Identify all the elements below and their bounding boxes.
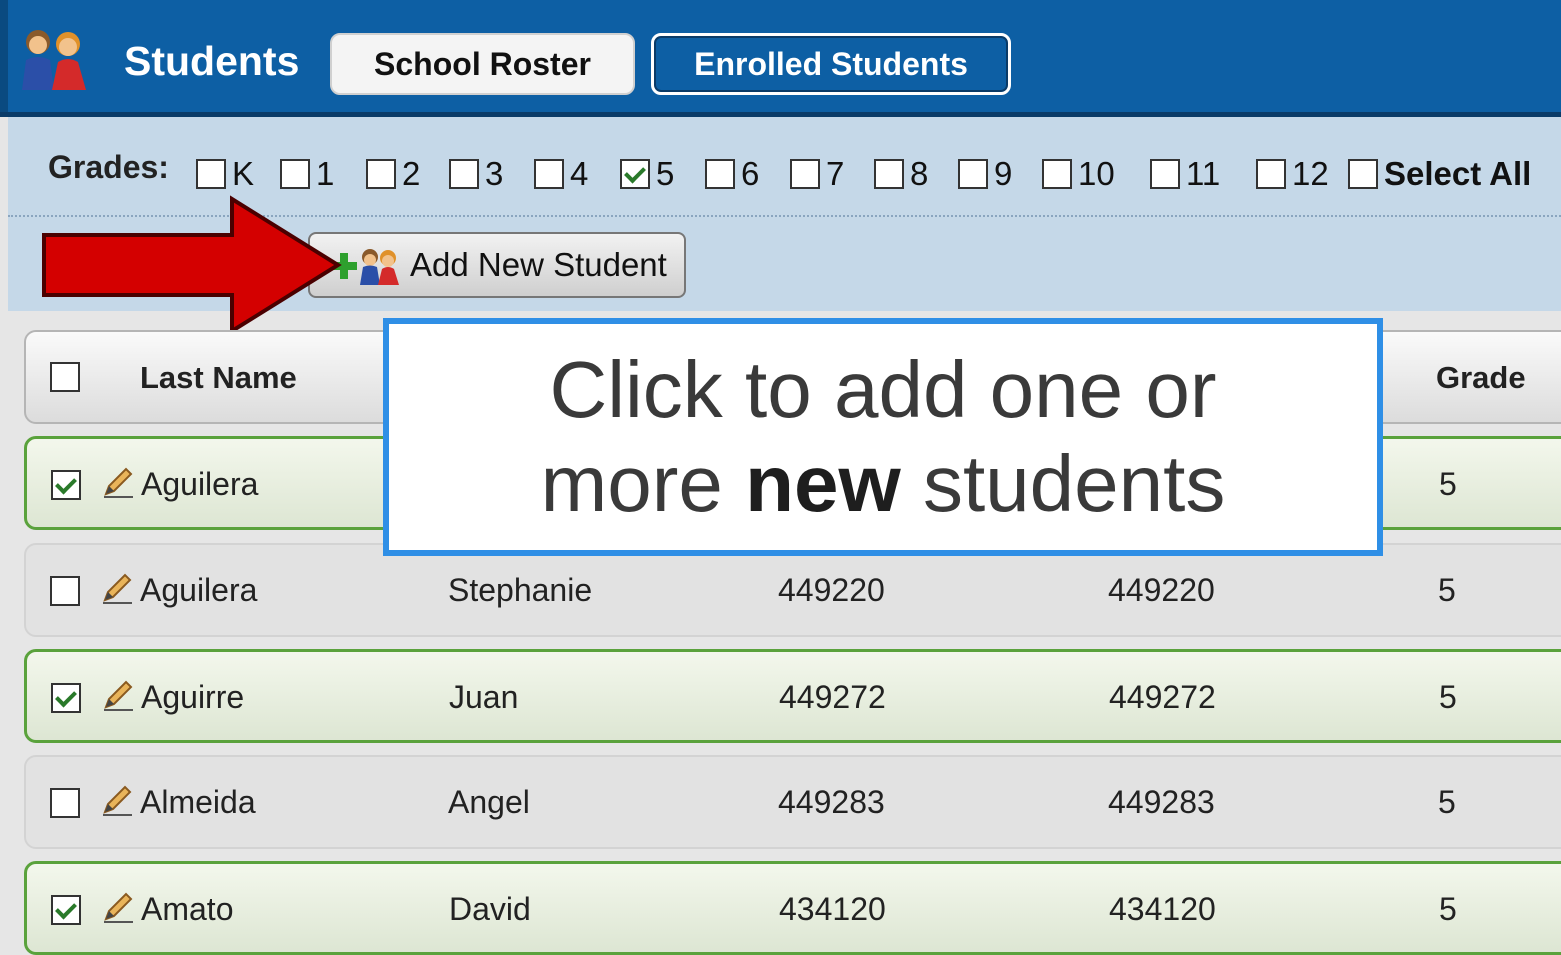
grade-filter-7[interactable]: 7 — [790, 155, 844, 193]
cell-grade: 5 — [1439, 891, 1457, 927]
cell-student-id: 434120 — [779, 891, 886, 927]
grade-label: 7 — [826, 155, 845, 192]
cell-student-id-2: 434120 — [1109, 891, 1216, 927]
cell-student-id-2: 449283 — [1108, 784, 1215, 820]
row-checkbox[interactable] — [51, 895, 81, 925]
add-student-icon — [332, 249, 399, 285]
cell-grade: 5 — [1439, 466, 1457, 502]
grade-label: 9 — [994, 155, 1013, 192]
table-row[interactable]: Amato David 434120 434120 5 — [24, 861, 1561, 955]
cell-first-name: David — [449, 891, 531, 927]
grade-filter-11[interactable]: 11 — [1150, 155, 1220, 193]
cell-grade: 5 — [1439, 679, 1457, 715]
grade-label: 4 — [570, 155, 589, 192]
grade-label: K — [232, 155, 255, 192]
grade-checkbox[interactable] — [366, 159, 396, 189]
red-arrow — [42, 195, 342, 335]
grade-checkbox[interactable] — [958, 159, 988, 189]
pencil-icon[interactable] — [101, 890, 135, 924]
grade-checkbox[interactable] — [620, 159, 650, 189]
cell-last-name: Amato — [141, 891, 234, 927]
pencil-icon[interactable] — [100, 783, 134, 817]
grade-filter-12[interactable]: 12 — [1256, 155, 1329, 193]
grade-checkbox[interactable] — [790, 159, 820, 189]
grade-filter-1[interactable]: 1 — [280, 155, 334, 193]
grades-label: Grades: — [48, 149, 169, 185]
grade-checkbox[interactable] — [280, 159, 310, 189]
grade-label: 5 — [656, 155, 675, 192]
cell-first-name: Angel — [448, 784, 530, 820]
header-accent — [0, 0, 8, 117]
grade-filter-k[interactable]: K — [196, 155, 254, 193]
grade-checkbox[interactable] — [705, 159, 735, 189]
grade-label: 6 — [741, 155, 760, 192]
grade-checkbox[interactable] — [874, 159, 904, 189]
grade-label: 11 — [1186, 155, 1221, 192]
grade-filter-3[interactable]: 3 — [449, 155, 503, 193]
cell-student-id: 449220 — [778, 572, 885, 608]
cell-last-name: Aguilera — [141, 466, 259, 502]
pencil-icon[interactable] — [100, 571, 134, 605]
select-all-grades[interactable]: Select All — [1348, 155, 1531, 193]
grade-filter-8[interactable]: 8 — [874, 155, 928, 193]
table-row[interactable]: Aguilera Stephanie 449220 449220 5 — [24, 543, 1561, 637]
grade-checkbox[interactable] — [196, 159, 226, 189]
cell-grade: 5 — [1438, 572, 1456, 608]
callout-line-1: Click to add one or — [549, 345, 1217, 434]
select-all-checkbox[interactable] — [1348, 159, 1378, 189]
cell-first-name: Juan — [449, 679, 519, 715]
cell-last-name: Aguilera — [140, 572, 258, 608]
grade-checkbox[interactable] — [1150, 159, 1180, 189]
column-header-grade[interactable]: Grade — [1436, 360, 1526, 396]
pencil-icon[interactable] — [101, 678, 135, 712]
cell-student-id-2: 449272 — [1109, 679, 1216, 715]
cell-last-name: Aguirre — [141, 679, 245, 715]
page-title: Students — [124, 38, 300, 84]
grade-label: 8 — [910, 155, 929, 192]
table-row[interactable]: Aguirre Juan 449272 449272 5 — [24, 649, 1561, 743]
pencil-icon[interactable] — [101, 465, 135, 499]
column-header-last-name[interactable]: Last Name — [140, 360, 297, 396]
tab-school-roster[interactable]: School Roster — [330, 33, 635, 95]
tooltip-callout: Click to add one or more new students — [383, 318, 1383, 556]
grade-filter-10[interactable]: 10 — [1042, 155, 1115, 193]
grade-label: 3 — [485, 155, 504, 192]
callout-emphasis: new — [745, 439, 901, 528]
table-row[interactable]: Almeida Angel 449283 449283 5 — [24, 755, 1561, 849]
grade-label: 1 — [316, 155, 335, 192]
row-checkbox[interactable] — [51, 683, 81, 713]
cell-first-name: Stephanie — [448, 572, 593, 608]
grade-label: 12 — [1292, 155, 1329, 192]
row-checkbox[interactable] — [50, 788, 80, 818]
add-new-student-label: Add New Student — [410, 246, 667, 283]
grade-filter-5[interactable]: 5 — [620, 155, 674, 193]
grade-label: 2 — [402, 155, 421, 192]
cell-student-id-2: 449220 — [1108, 572, 1215, 608]
add-new-student-button[interactable]: Add New Student — [308, 232, 686, 298]
grade-filter-4[interactable]: 4 — [534, 155, 588, 193]
grade-checkbox[interactable] — [534, 159, 564, 189]
grade-checkbox[interactable] — [1256, 159, 1286, 189]
grade-filter-6[interactable]: 6 — [705, 155, 759, 193]
students-icon — [22, 30, 86, 90]
grade-checkbox[interactable] — [449, 159, 479, 189]
cell-grade: 5 — [1438, 784, 1456, 820]
cell-last-name: Almeida — [140, 784, 256, 820]
cell-student-id: 449272 — [779, 679, 886, 715]
select-all-label: Select All — [1384, 155, 1532, 192]
select-all-rows-checkbox[interactable] — [50, 362, 80, 392]
grade-checkbox[interactable] — [1042, 159, 1072, 189]
row-checkbox[interactable] — [51, 470, 81, 500]
cell-student-id: 449283 — [778, 784, 885, 820]
grade-filter-9[interactable]: 9 — [958, 155, 1012, 193]
grade-label: 10 — [1078, 155, 1115, 192]
row-checkbox[interactable] — [50, 576, 80, 606]
app-header: Students School Roster Enrolled Students — [0, 0, 1561, 117]
tab-enrolled-students[interactable]: Enrolled Students — [651, 33, 1011, 95]
callout-line-2: more new students — [540, 439, 1226, 528]
grade-filter-2[interactable]: 2 — [366, 155, 420, 193]
